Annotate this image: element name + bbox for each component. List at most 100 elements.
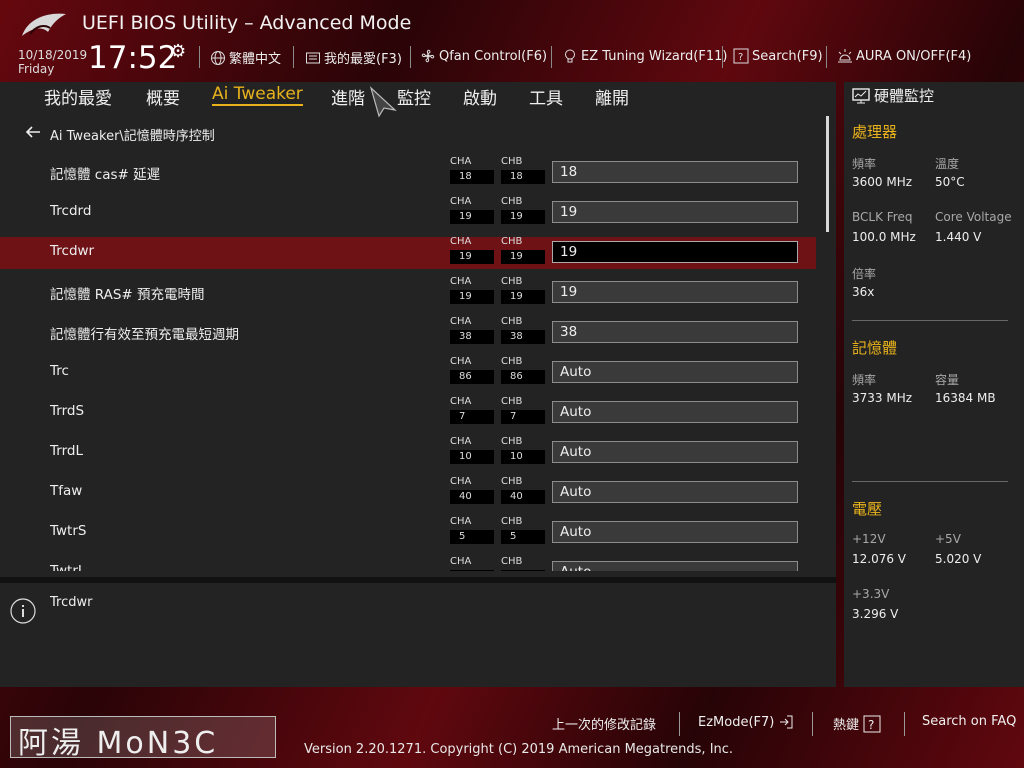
- memory-capacity-value: 16384 MB: [935, 391, 996, 405]
- setting-row[interactable]: 記憶體 cas# 延遲 CHA 18 CHB 18 18: [0, 156, 816, 189]
- setting-value-field[interactable]: 38: [552, 321, 798, 343]
- toolbar-divider: [199, 46, 200, 68]
- search-button[interactable]: ? Search(F9): [733, 48, 823, 64]
- hotkeys-label: 熱鍵: [833, 718, 860, 733]
- aura-label: AURA ON/OFF(F4): [856, 48, 972, 64]
- chb-value: 19: [501, 210, 545, 224]
- tab-boot[interactable]: 啟動: [463, 84, 497, 109]
- setting-row[interactable]: TwtrL CHA CHB Auto: [0, 557, 816, 571]
- faq-label: Search on FAQ: [922, 714, 1017, 729]
- memory-freq-value: 3733 MHz: [852, 391, 913, 405]
- chb-value: 40: [501, 490, 545, 504]
- cha-value: 19: [450, 210, 494, 224]
- chb-label: CHB: [501, 476, 523, 487]
- setting-label: Trc: [50, 363, 69, 379]
- language-button[interactable]: 繁體中文: [210, 48, 281, 67]
- tab-overview[interactable]: 概要: [146, 84, 180, 109]
- svg-text:?: ?: [868, 718, 874, 732]
- setting-row[interactable]: TwtrS CHA 5 CHB 5 Auto: [0, 516, 816, 549]
- cha-label: CHA: [450, 316, 472, 327]
- cha-label: CHA: [450, 557, 472, 567]
- clock: 17:52: [88, 40, 178, 76]
- setting-row[interactable]: 記憶體 RAS# 預充電時間 CHA 19 CHB 19 19: [0, 276, 816, 309]
- footer-divider: [812, 712, 813, 736]
- chb-label: CHB: [501, 316, 523, 327]
- help-text: Trcdwr: [50, 595, 93, 610]
- setting-value-field[interactable]: Auto: [552, 361, 798, 383]
- faq-button[interactable]: Search on FAQ: [922, 714, 1016, 729]
- cpu-section-title: 處理器: [852, 123, 898, 141]
- exit-arrow-icon: [780, 715, 793, 729]
- setting-value-field[interactable]: Auto: [552, 561, 798, 571]
- setting-row[interactable]: TrrdS CHA 7 CHB 7 Auto: [0, 396, 816, 429]
- ezmode-button[interactable]: EzMode(F7): [698, 714, 794, 730]
- hardware-monitor-label: 硬體監控: [874, 87, 935, 105]
- last-modified-label: 上一次的修改記錄: [552, 718, 657, 733]
- cha-label: CHA: [450, 196, 472, 207]
- cha-value: 40: [450, 490, 494, 504]
- aura-icon: [838, 49, 852, 63]
- gear-icon[interactable]: ⚙: [170, 41, 186, 62]
- v33-label: +3.3V: [852, 587, 890, 601]
- tab-exit[interactable]: 離開: [595, 84, 629, 109]
- tab-monitor[interactable]: 監控: [397, 84, 431, 109]
- chb-value: 18: [501, 170, 545, 184]
- cha-value: 5: [450, 530, 494, 544]
- cpu-freq-label: 頻率: [852, 157, 877, 171]
- cha-label: CHA: [450, 276, 472, 287]
- ez-tuning-button[interactable]: EZ Tuning Wizard(F11): [562, 48, 727, 64]
- setting-row[interactable]: 記憶體行有效至預充電最短週期 CHA 38 CHB 38 38: [0, 316, 816, 349]
- setting-label: Trcdrd: [50, 203, 92, 219]
- memory-capacity-label: 容量: [935, 373, 960, 387]
- tab-favorites[interactable]: 我的最愛: [44, 84, 112, 109]
- setting-value-field[interactable]: Auto: [552, 521, 798, 543]
- last-modified-button[interactable]: 上一次的修改記錄: [552, 714, 656, 733]
- setting-row[interactable]: Trc CHA 86 CHB 86 Auto: [0, 356, 816, 389]
- setting-label: TrrdS: [50, 403, 85, 419]
- language-label: 繁體中文: [229, 52, 282, 67]
- chb-value: 10: [501, 450, 545, 464]
- setting-value-field[interactable]: 18: [552, 161, 798, 183]
- aura-button[interactable]: AURA ON/OFF(F4): [837, 48, 971, 64]
- setting-row[interactable]: Tfaw CHA 40 CHB 40 Auto: [0, 476, 816, 509]
- favorites-icon: [306, 52, 320, 63]
- hotkeys-button[interactable]: 熱鍵 ?: [833, 714, 881, 733]
- chb-label: CHB: [501, 396, 523, 407]
- tab-ai-tweaker[interactable]: Ai Tweaker: [212, 84, 303, 106]
- cha-value: 10: [450, 450, 494, 464]
- v33-value: 3.296 V: [852, 607, 899, 621]
- setting-value-field[interactable]: Auto: [552, 481, 798, 503]
- setting-label: Trcdwr: [50, 243, 95, 259]
- bclk-label: BCLK Freq: [852, 210, 913, 224]
- cpu-temp-value: 50°C: [935, 175, 965, 189]
- setting-label: TrrdL: [50, 443, 83, 459]
- back-arrow-icon[interactable]: [24, 124, 42, 140]
- setting-row[interactable]: Trcdwr CHA 19 CHB 19 19: [0, 236, 816, 269]
- chb-label: CHB: [501, 557, 523, 567]
- breadcrumb: Ai Tweaker\記憶體時序控制: [50, 129, 215, 144]
- favorites-button[interactable]: 我的最愛(F3): [305, 48, 402, 67]
- cha-label: CHA: [450, 476, 472, 487]
- scrollbar[interactable]: [826, 116, 829, 232]
- ez-tuning-label: EZ Tuning Wizard(F11): [581, 48, 728, 64]
- setting-value-field[interactable]: 19: [552, 241, 798, 263]
- setting-row[interactable]: TrrdL CHA 10 CHB 10 Auto: [0, 436, 816, 469]
- help-search-icon: ?: [733, 48, 749, 64]
- ratio-label: 倍率: [852, 267, 877, 281]
- search-label: Search(F9): [752, 48, 823, 64]
- setting-row[interactable]: Trcdrd CHA 19 CHB 19 19: [0, 196, 816, 229]
- setting-value-field[interactable]: Auto: [552, 441, 798, 463]
- lightbulb-icon: [565, 49, 575, 63]
- tab-tool[interactable]: 工具: [529, 84, 563, 109]
- setting-value-field[interactable]: 19: [552, 281, 798, 303]
- setting-label: 記憶體 RAS# 預充電時間: [50, 287, 205, 303]
- chb-label: CHB: [501, 516, 523, 527]
- monitor-icon: [852, 87, 870, 103]
- v12-value: 12.076 V: [852, 552, 907, 566]
- tab-advanced[interactable]: 進階: [331, 84, 365, 109]
- qfan-button[interactable]: Qfan Control(F6): [420, 48, 547, 64]
- cha-label: CHA: [450, 516, 472, 527]
- setting-value-field[interactable]: 19: [552, 201, 798, 223]
- setting-value-field[interactable]: Auto: [552, 401, 798, 423]
- setting-label: TwtrS: [50, 523, 87, 539]
